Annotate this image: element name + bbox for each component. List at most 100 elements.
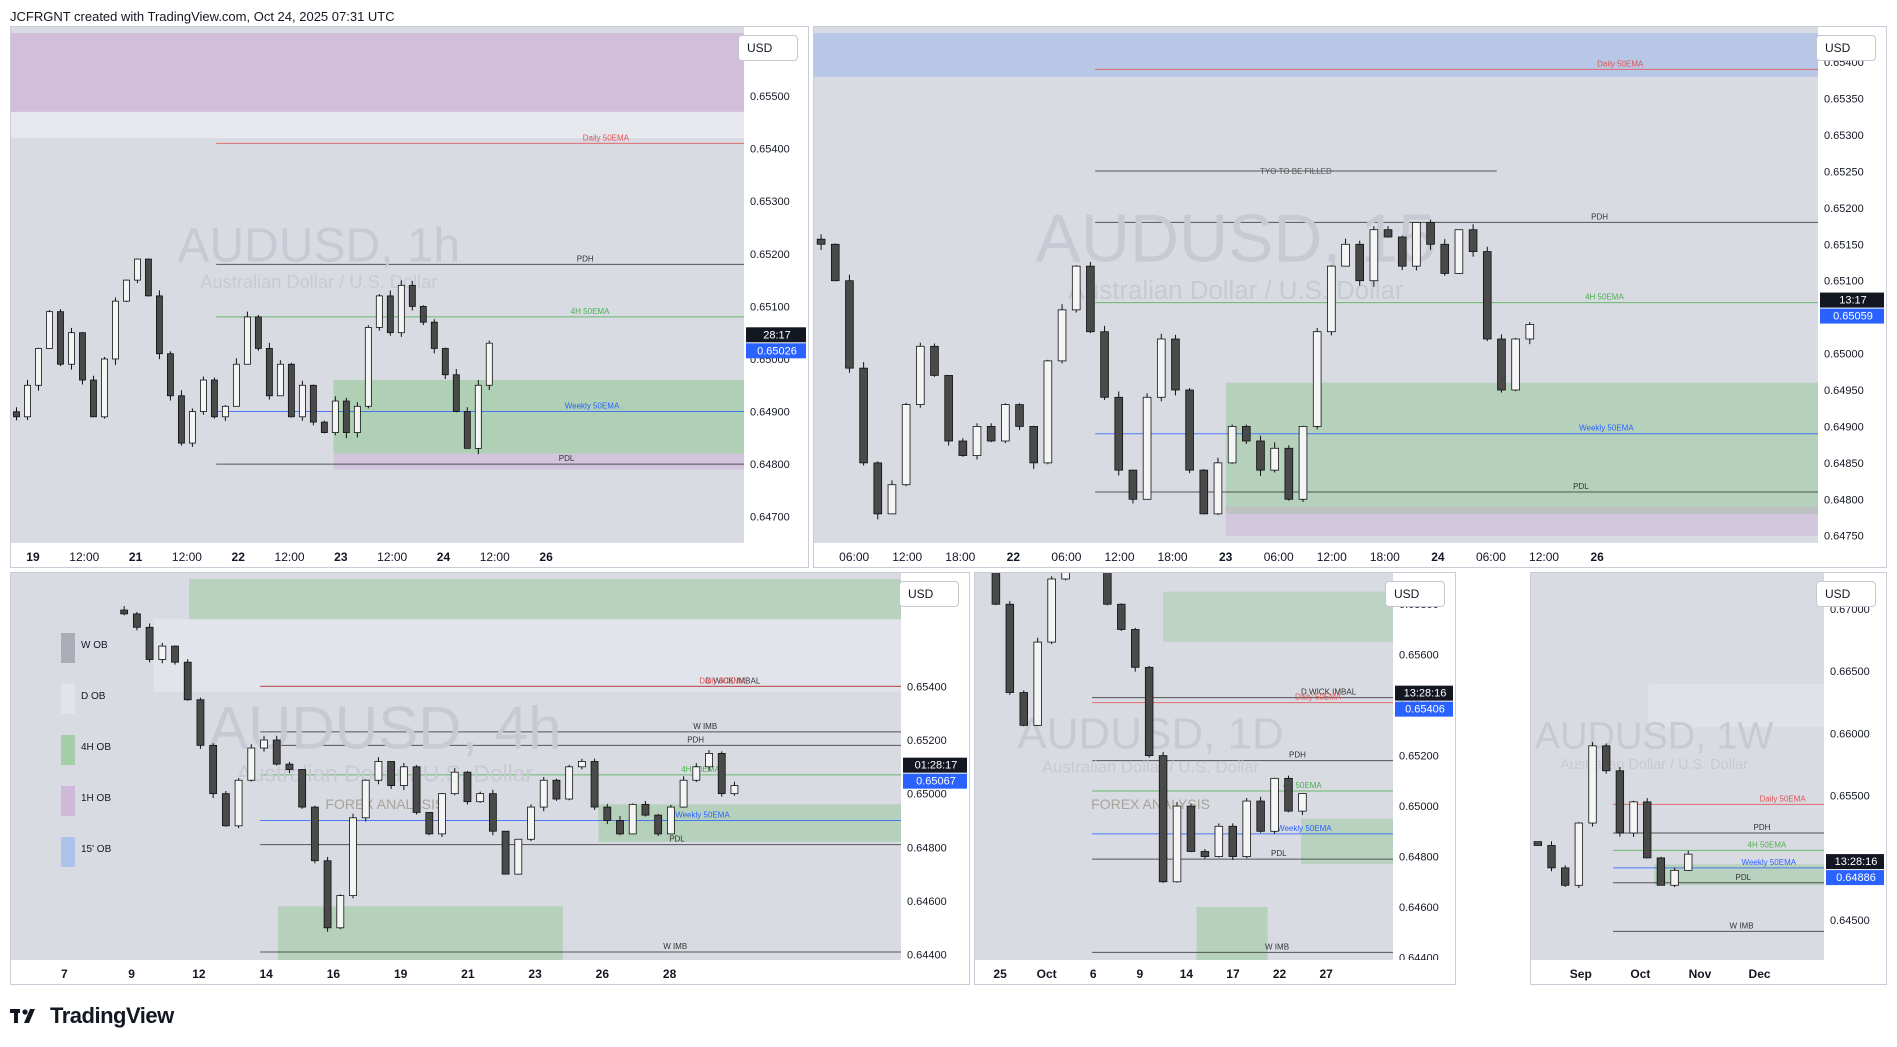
- candle: [916, 345, 925, 405]
- candle: [474, 384, 482, 449]
- chart-header-text: JCFRGNT created with TradingView.com, Oc…: [10, 9, 395, 24]
- candle: [438, 793, 446, 835]
- candle: [408, 284, 416, 307]
- candle: [527, 806, 535, 840]
- time-tick-label: 16: [327, 967, 341, 981]
- candle: [1298, 426, 1308, 500]
- legend-swatch: [61, 684, 75, 714]
- time-tick-label: 12:00: [1317, 550, 1347, 564]
- level-label: W IMB: [1730, 921, 1754, 930]
- candle: [692, 766, 701, 781]
- level-label: W IMB: [1265, 942, 1289, 951]
- candle: [577, 761, 586, 768]
- currency-label[interactable]: USD: [899, 581, 959, 607]
- candle: [430, 321, 438, 349]
- candle: [1005, 603, 1015, 693]
- candle: [35, 348, 42, 386]
- candle: [156, 295, 163, 355]
- candle: [565, 766, 574, 800]
- candle: [1615, 770, 1625, 834]
- candle: [112, 300, 119, 360]
- candle: [816, 238, 826, 245]
- legend-label: 4H OB: [81, 742, 111, 753]
- candle: [342, 400, 350, 433]
- candle: [1397, 236, 1407, 267]
- chart-title-watermark: AUDUSD, 1W: [1535, 715, 1774, 757]
- time-tick-label: 12:00: [1529, 550, 1559, 564]
- time-tick-label: 12:00: [172, 550, 202, 564]
- price-tick-label: 0.64600: [1399, 902, 1439, 914]
- candle: [247, 747, 256, 781]
- candle: [901, 404, 911, 486]
- time-tick-label: 22: [1007, 550, 1021, 564]
- candle: [1298, 793, 1307, 812]
- currency-label[interactable]: USD: [738, 35, 798, 61]
- chart-panel-1w[interactable]: Daily 50EMA PDH 4H 50EMA Weekly 50EMA PDL W I…: [1530, 572, 1887, 985]
- candle: [183, 661, 192, 701]
- legend-label: 1H OB: [81, 793, 111, 804]
- candle: [265, 348, 273, 397]
- chart-svg-1d: D WICK IMBALDaily 50EMAPDH4H 50EMAWeekly…: [975, 573, 1455, 984]
- candle: [628, 803, 637, 835]
- candle: [386, 295, 394, 334]
- time-axis: [11, 960, 969, 984]
- time-tick-label: 9: [128, 967, 135, 981]
- candle: [1061, 573, 1070, 580]
- level-label: PDL: [1573, 482, 1589, 491]
- chart-panel-4h[interactable]: D WICK IMBAL Daily 50EMA W IMB PDH 4H 50EMA W…: [10, 572, 970, 985]
- candle: [463, 411, 471, 449]
- candle: [1117, 603, 1126, 630]
- candle: [13, 411, 20, 418]
- price-tick-label: 0.66500: [1830, 666, 1870, 678]
- price-tick-label: 0.64800: [907, 842, 947, 854]
- zone-box: [333, 380, 744, 454]
- candle: [1213, 462, 1223, 515]
- time-tick-label: Nov: [1689, 967, 1712, 981]
- candle: [399, 766, 408, 786]
- time-tick-label: 18:00: [1370, 550, 1400, 564]
- time-tick-label: Sep: [1570, 967, 1592, 981]
- price-tick-label: 0.65500: [1830, 791, 1870, 803]
- tradingview-footer[interactable]: TradingView: [10, 1003, 174, 1029]
- price-tick-label: 0.64850: [1824, 458, 1864, 470]
- candle: [1629, 801, 1638, 834]
- candle: [287, 363, 295, 418]
- candle: [412, 766, 421, 813]
- candle: [353, 405, 361, 433]
- time-tick-label: 06:00: [839, 550, 869, 564]
- time-tick-label: 12: [192, 967, 206, 981]
- candle: [1482, 251, 1492, 340]
- candle: [57, 311, 64, 365]
- candle: [958, 440, 968, 456]
- currency-label[interactable]: USD: [1816, 35, 1876, 61]
- candle: [1214, 825, 1224, 857]
- candle: [331, 400, 339, 433]
- candle: [717, 753, 726, 795]
- candle: [1670, 869, 1679, 886]
- legend-label: W OB: [81, 640, 108, 651]
- level-label: Weekly 50EMA: [1579, 424, 1634, 433]
- candle: [24, 384, 31, 418]
- currency-label[interactable]: USD: [1385, 581, 1445, 607]
- chart-panel-1d[interactable]: D WICK IMBAL Daily 50EMA PDH 4H 50EMA Weekly…: [974, 572, 1456, 985]
- chart-subtitle-watermark: Australian Dollar / U.S. Dollar: [237, 760, 534, 786]
- price-axis: [1393, 573, 1455, 984]
- chart-panel-1h[interactable]: Daily 50EMA PDH 4H 50EMA Weekly 50EMA PDL AUD…: [10, 26, 809, 568]
- time-tick-label: 26: [539, 550, 553, 564]
- last-price-label: 0.65026: [757, 345, 797, 357]
- legend-swatch: [61, 633, 75, 663]
- legend-label: D OB: [81, 691, 106, 702]
- candle: [845, 280, 854, 369]
- candle: [972, 426, 982, 456]
- candle: [171, 645, 179, 663]
- chart-svg-1w: Daily 50EMA PDH 4H 50EMA Weekly 50EMA PDL W I…: [1531, 573, 1886, 984]
- candle: [488, 793, 497, 832]
- level-label: 4H 50EMA: [681, 765, 720, 774]
- candle: [68, 332, 75, 365]
- zone-box: [11, 33, 744, 112]
- candle: [654, 814, 663, 835]
- price-tick-label: 0.65150: [1824, 239, 1864, 251]
- chart-panel-15m[interactable]: Daily 50EMA PDH 4H 50EMA Weekly 50EMA PDL AUD…: [813, 26, 1887, 568]
- currency-label[interactable]: USD: [1816, 581, 1876, 607]
- price-tick-label: 0.64800: [1824, 494, 1864, 506]
